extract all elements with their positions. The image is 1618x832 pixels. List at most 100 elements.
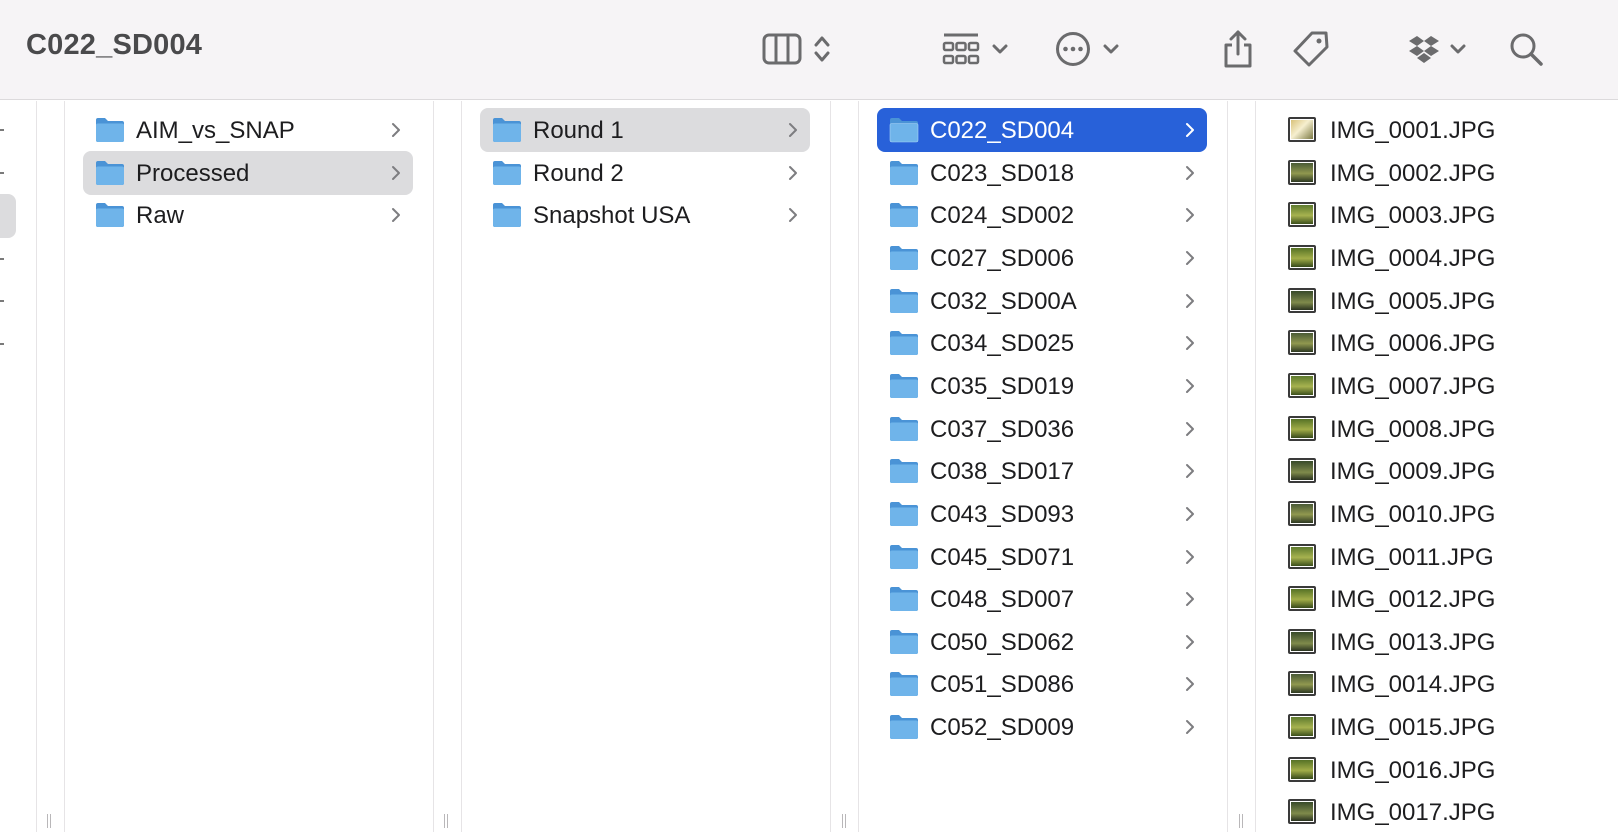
window-title: C022_SD004 — [26, 29, 203, 61]
group-button[interactable] — [942, 26, 1008, 72]
file-row[interactable]: IMG_0017.JPG — [1256, 790, 1616, 832]
file-name: IMG_0005.JPG — [1330, 287, 1496, 315]
file-row[interactable]: IMG_0010.JPG — [1256, 492, 1616, 536]
folder-icon — [890, 373, 918, 398]
folder-row[interactable]: Round 2 — [480, 151, 810, 195]
selected-row-fragment[interactable] — [0, 194, 16, 238]
dropbox-button[interactable] — [1408, 26, 1466, 72]
chevron-right-icon — [1186, 677, 1194, 692]
column-0-partial — [0, 101, 36, 832]
chevron-right-icon — [1186, 336, 1194, 351]
chevron-right-icon — [1186, 123, 1194, 137]
file-row[interactable]: IMG_0013.JPG — [1256, 620, 1616, 664]
file-row[interactable]: IMG_0005.JPG — [1256, 279, 1616, 323]
folder-row[interactable]: C034_SD025 — [877, 321, 1207, 365]
file-row[interactable]: IMG_0012.JPG — [1256, 577, 1616, 621]
folder-name: Round 1 — [533, 117, 624, 144]
file-name: IMG_0009.JPG — [1330, 458, 1496, 486]
folder-row[interactable]: C048_SD007 — [877, 577, 1207, 621]
folder-row[interactable]: Raw — [83, 193, 413, 237]
column-resize-handle[interactable] — [840, 814, 848, 828]
file-row[interactable]: IMG_0007.JPG — [1256, 364, 1616, 408]
file-name: IMG_0013.JPG — [1330, 628, 1496, 656]
folder-row[interactable]: C038_SD017 — [877, 449, 1207, 493]
folder-icon — [890, 416, 918, 441]
folder-row[interactable]: Processed — [83, 150, 413, 195]
folder-row[interactable]: Round 1 — [480, 108, 810, 152]
folder-row[interactable]: C051_SD086 — [877, 662, 1207, 706]
folder-name: C037_SD036 — [930, 415, 1075, 443]
chevron-right-icon — [1186, 464, 1194, 479]
folder-name: C022_SD004 — [930, 117, 1075, 144]
image-thumbnail-icon — [1288, 799, 1316, 825]
folder-row[interactable]: C023_SD018 — [877, 151, 1207, 195]
image-thumbnail-icon — [1288, 415, 1316, 441]
chevron-right-icon — [1186, 506, 1194, 521]
folder-name: Round 2 — [533, 159, 624, 187]
folder-icon — [890, 203, 918, 228]
chevron-right-icon — [789, 123, 797, 137]
column-resize-handle[interactable] — [1237, 814, 1245, 828]
file-row[interactable]: IMG_0015.JPG — [1256, 705, 1616, 749]
file-row[interactable]: IMG_0011.JPG — [1256, 535, 1616, 579]
toolbar: C022_SD004 — [0, 0, 1618, 100]
chevron-right-icon — [392, 165, 400, 180]
folder-row[interactable]: C043_SD093 — [877, 492, 1207, 536]
folder-row[interactable]: C045_SD071 — [877, 535, 1207, 579]
more-actions-button[interactable] — [1055, 26, 1119, 72]
file-row[interactable]: IMG_0006.JPG — [1256, 321, 1616, 365]
file-row[interactable]: IMG_0003.JPG — [1256, 193, 1616, 237]
file-row[interactable]: IMG_0009.JPG — [1256, 449, 1616, 493]
folder-row[interactable]: C032_SD00A — [877, 279, 1207, 323]
file-row[interactable]: IMG_0004.JPG — [1256, 236, 1616, 280]
column-resize-handle[interactable] — [45, 814, 53, 828]
folder-row[interactable]: C024_SD002 — [877, 193, 1207, 237]
image-thumbnail-icon — [1288, 372, 1316, 398]
view-mode-button[interactable] — [762, 26, 830, 72]
search-button[interactable] — [1508, 26, 1544, 72]
folder-row[interactable]: C027_SD006 — [877, 236, 1207, 280]
more-actions-icon — [1055, 31, 1091, 67]
column-resize-handle[interactable] — [442, 814, 450, 828]
folder-row[interactable]: C050_SD062 — [877, 620, 1207, 664]
folder-name: C038_SD017 — [930, 458, 1075, 486]
file-name: IMG_0016.JPG — [1330, 756, 1496, 784]
folder-icon — [493, 118, 521, 142]
share-icon — [1222, 29, 1254, 69]
file-name: IMG_0012.JPG — [1330, 586, 1496, 614]
folder-name: C043_SD093 — [930, 500, 1075, 528]
group-icon — [942, 32, 980, 66]
search-icon — [1508, 31, 1544, 67]
folder-row[interactable]: C037_SD036 — [877, 407, 1207, 451]
chevron-right-icon — [1186, 592, 1194, 607]
column-4-files: IMG_0001.JPG IMG_0002.JPG IMG_0003.JPG IMG_… — [1256, 101, 1618, 832]
folder-row[interactable]: C022_SD004 — [877, 108, 1207, 152]
share-button[interactable] — [1222, 26, 1254, 72]
folder-row[interactable]: C052_SD009 — [877, 705, 1207, 749]
image-thumbnail-icon — [1288, 714, 1316, 740]
folder-row[interactable]: Snapshot USA — [480, 193, 810, 237]
file-name: IMG_0008.JPG — [1330, 415, 1496, 443]
folder-name: AIM_vs_SNAP — [136, 117, 295, 144]
folder-name: C035_SD019 — [930, 372, 1075, 400]
file-row[interactable]: IMG_0001.JPG — [1256, 108, 1616, 152]
chevron-right-icon — [1186, 378, 1194, 393]
chevron-right-icon — [392, 123, 400, 137]
folder-icon — [890, 544, 918, 569]
file-name: IMG_0006.JPG — [1330, 330, 1496, 358]
chevron-down-icon — [1450, 43, 1466, 55]
file-row[interactable]: IMG_0008.JPG — [1256, 407, 1616, 451]
folder-icon — [889, 118, 919, 143]
dropbox-icon — [1408, 34, 1440, 64]
folder-row[interactable]: C035_SD019 — [877, 364, 1207, 408]
file-row[interactable]: IMG_0002.JPG — [1256, 151, 1616, 195]
folder-icon — [890, 715, 918, 740]
folder-name: C023_SD018 — [930, 159, 1075, 187]
tag-button[interactable] — [1292, 26, 1330, 72]
folder-row[interactable]: AIM_vs_SNAP — [83, 108, 413, 152]
file-name: IMG_0014.JPG — [1330, 671, 1496, 699]
file-row[interactable]: IMG_0014.JPG — [1256, 662, 1616, 706]
file-row[interactable]: IMG_0016.JPG — [1256, 748, 1616, 792]
image-thumbnail-icon — [1288, 202, 1316, 228]
chevron-right-icon — [1186, 165, 1194, 180]
